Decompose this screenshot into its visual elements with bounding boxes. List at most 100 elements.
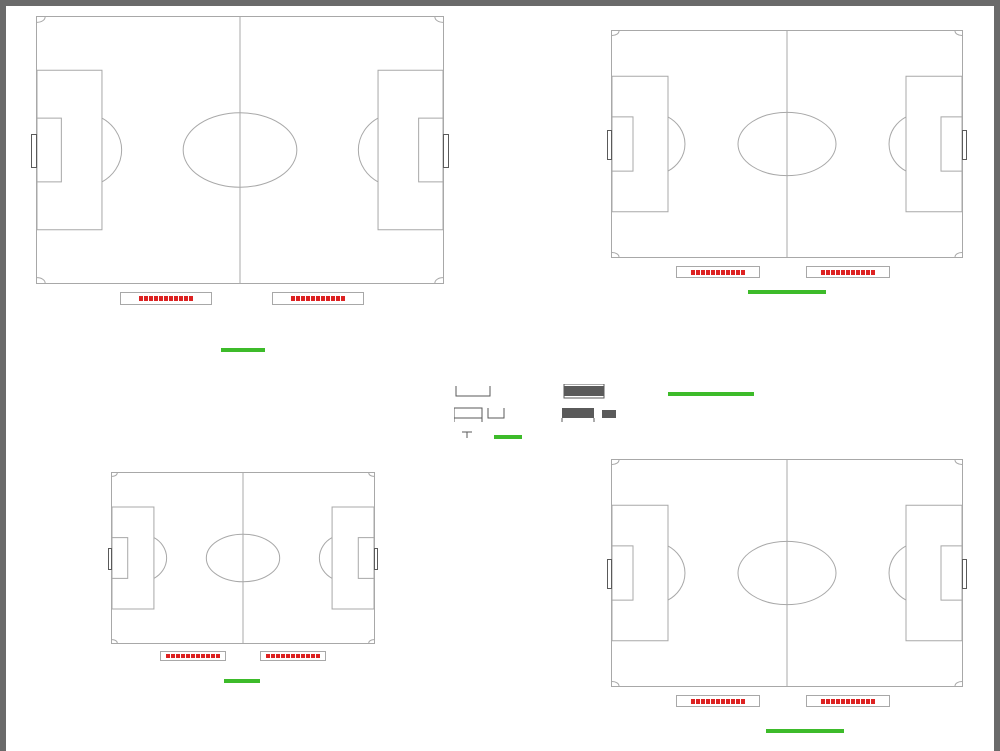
seat-icon [721,270,725,275]
seat-icon [144,296,148,301]
seat-icon [731,699,735,704]
goal-left [607,130,612,160]
field-top-right [611,30,963,258]
seat-icon [291,296,295,301]
seat-icon [691,270,695,275]
seat-icon [871,270,875,275]
seat-icon [306,654,310,658]
seat-icon [301,296,305,301]
seat-icon [866,699,870,704]
seat-icon [856,699,860,704]
team-bench [806,695,890,707]
seat-icon [696,270,700,275]
scale-bar [221,348,265,352]
team-bench [160,651,226,661]
seat-icon [201,654,205,658]
team-bench [260,651,326,661]
seat-icon [154,296,158,301]
seat-icon [701,699,705,704]
seat-icon [736,270,740,275]
seat-icon [266,654,270,658]
seat-icon [721,699,725,704]
seat-icon [726,699,730,704]
scale-bar [748,290,826,294]
bench-pair [676,266,890,278]
seat-icon [726,270,730,275]
seat-icon [296,654,300,658]
goal-right [962,130,967,160]
seat-icon [716,699,720,704]
seat-icon [139,296,143,301]
seat-icon [291,654,295,658]
seat-icon [159,296,163,301]
seat-icon [316,296,320,301]
seat-icon [216,654,220,658]
scale-bar [766,729,844,733]
team-bench [272,292,364,305]
seat-icon [821,699,825,704]
seat-icon [311,654,315,658]
seat-icon [731,270,735,275]
seat-icon [186,654,190,658]
bench-pair [160,651,326,661]
seat-icon [191,654,195,658]
seat-icon [836,270,840,275]
goal-left [607,559,612,589]
seat-icon [736,699,740,704]
seat-icon [306,296,310,301]
seat-icon [179,296,183,301]
seat-icon [826,270,830,275]
scale-bar [224,679,260,683]
seat-icon [831,270,835,275]
seat-icon [826,699,830,704]
seat-icon [696,699,700,704]
team-bench [806,266,890,278]
goal-right [374,548,378,570]
seat-icon [166,654,170,658]
goal-left [108,548,112,570]
seat-icon [196,654,200,658]
seat-icon [311,296,315,301]
seat-icon [861,270,865,275]
seat-icon [301,654,305,658]
seat-icon [189,296,193,301]
seat-icon [296,296,300,301]
seat-icon [711,699,715,704]
seat-icon [316,654,320,658]
seat-icon [836,699,840,704]
seat-icon [841,699,845,704]
field-bottom-left [111,472,375,644]
field-large-top-left [36,16,444,284]
bench-pair [676,695,890,707]
team-bench [676,266,760,278]
bench-pair [120,292,364,305]
seat-icon [711,270,715,275]
seat-icon [326,296,330,301]
seat-icon [176,654,180,658]
scale-bar [668,392,754,396]
seat-icon [174,296,178,301]
seat-icon [871,699,875,704]
seat-icon [856,270,860,275]
field-bottom-right [611,459,963,687]
seat-icon [276,654,280,658]
seat-icon [861,699,865,704]
seat-icon [271,654,275,658]
goal-left [31,134,37,168]
seat-icon [741,270,745,275]
seat-icon [866,270,870,275]
seat-icon [831,699,835,704]
seat-icon [184,296,188,301]
seat-icon [164,296,168,301]
seat-icon [821,270,825,275]
team-bench [676,695,760,707]
seat-icon [331,296,335,301]
seat-icon [149,296,153,301]
seat-icon [841,270,845,275]
seat-icon [846,270,850,275]
drawing-canvas[interactable] [6,6,994,751]
seat-icon [701,270,705,275]
seat-icon [851,699,855,704]
seat-icon [336,296,340,301]
seat-icon [741,699,745,704]
